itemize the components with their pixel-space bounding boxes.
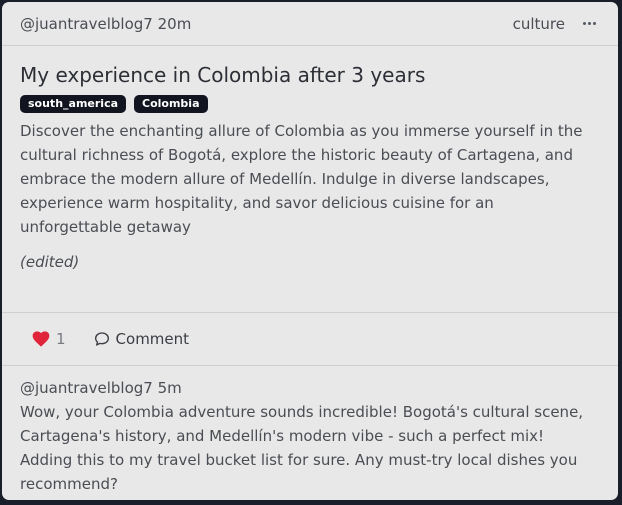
post-card: @juantravelblog7 20m culture My experien…	[2, 2, 618, 500]
comment-label: Comment	[115, 330, 190, 348]
post-meta: @juantravelblog7 20m	[20, 15, 191, 33]
heart-icon	[32, 331, 50, 347]
post-author[interactable]: @juantravelblog7	[20, 15, 153, 33]
comment-author[interactable]: @juantravelblog7	[20, 379, 153, 397]
post-header-right: culture	[513, 15, 600, 33]
post-category[interactable]: culture	[513, 15, 565, 33]
like-button[interactable]: 1	[32, 330, 66, 348]
comment-button[interactable]: Comment	[94, 330, 190, 348]
post-header: @juantravelblog7 20m culture	[2, 2, 618, 46]
more-options-icon[interactable]	[579, 22, 600, 25]
post-actions: 1 Comment	[2, 313, 618, 366]
comment-meta: @juantravelblog7 5m	[20, 376, 600, 400]
like-count: 1	[56, 330, 66, 348]
edited-label: (edited)	[20, 253, 80, 271]
tag-south-america[interactable]: south_america	[20, 95, 127, 113]
tag-colombia[interactable]: Colombia	[134, 95, 208, 113]
post-description: Discover the enchanting allure of Colomb…	[20, 122, 583, 236]
tag-list: south_america Colombia	[20, 95, 600, 113]
post-time: 20m	[157, 14, 192, 33]
post-body: My experience in Colombia after 3 years …	[2, 46, 618, 313]
comment-time: 5m	[157, 379, 182, 397]
speech-bubble-icon	[94, 332, 109, 346]
post-title[interactable]: My experience in Colombia after 3 years	[20, 63, 600, 87]
comment-text: Wow, your Colombia adventure sounds incr…	[20, 403, 584, 493]
comment-item: @juantravelblog7 5m Wow, your Colombia a…	[2, 366, 618, 500]
